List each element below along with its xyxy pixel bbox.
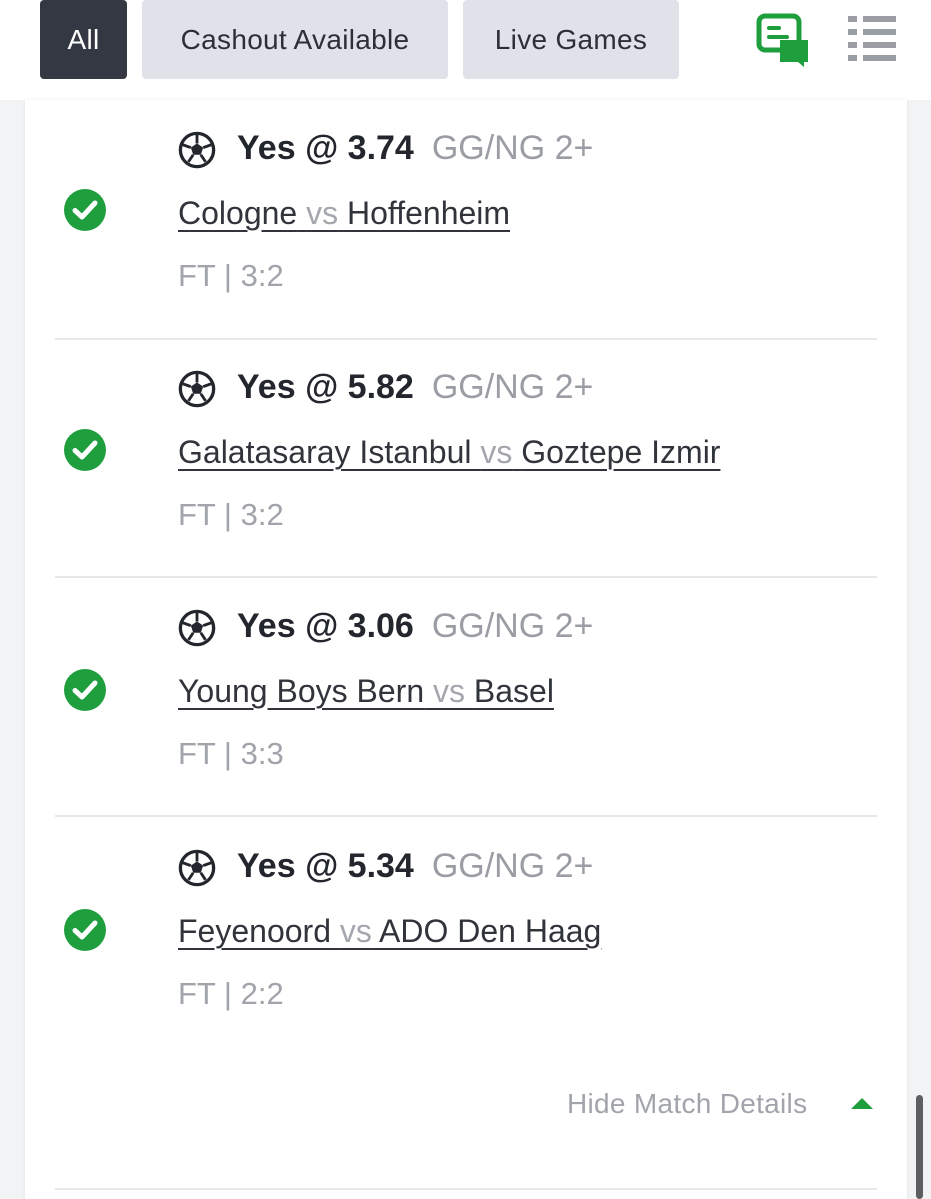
bet-details-panel: Yes @ 3.74 GG/NG 2+ Cologne vs Hoffenheim… — [25, 100, 907, 1199]
vs-label: vs — [480, 434, 513, 470]
vs-label: vs — [433, 673, 465, 709]
bet-selection-row: Yes @ 3.74 GG/NG 2+ Cologne vs Hoffenheim… — [55, 100, 877, 340]
check-circle-icon — [64, 189, 106, 231]
selection-line: Yes @ 5.82 GG/NG 2+ — [237, 368, 593, 407]
market-name: GG/NG 2+ — [431, 129, 594, 167]
away-team: Goztepe Izmir — [521, 434, 721, 470]
pick-odds: Yes @ 5.34 — [237, 847, 414, 885]
vs-label: vs — [339, 913, 372, 949]
selection-line: Yes @ 3.74 GG/NG 2+ — [237, 129, 593, 168]
pick-odds: Yes @ 3.06 — [237, 607, 414, 645]
scrollbar-thumb[interactable] — [916, 1095, 923, 1199]
soccer-ball-icon — [178, 609, 216, 647]
list-menu-icon[interactable] — [846, 14, 898, 62]
match-link[interactable]: Galatasaray Istanbul vs Goztepe Izmir — [178, 434, 720, 471]
home-team: Cologne — [178, 195, 298, 231]
check-circle-icon — [64, 429, 106, 471]
pick-odds: Yes @ 5.82 — [237, 368, 414, 406]
home-team: Feyenoord — [178, 913, 331, 949]
home-team: Young Boys Bern — [178, 673, 425, 709]
away-team: Hoffenheim — [346, 195, 511, 231]
tab-live-games[interactable]: Live Games — [463, 0, 679, 79]
filter-bar: All Cashout Available Live Games — [0, 0, 931, 100]
soccer-ball-icon — [178, 849, 216, 887]
away-team: ADO Den Haag — [379, 913, 602, 949]
away-team: Basel — [473, 673, 554, 709]
market-name: GG/NG 2+ — [431, 607, 594, 645]
divider — [55, 1188, 877, 1190]
selection-line: Yes @ 3.06 GG/NG 2+ — [237, 607, 593, 646]
market-name: GG/NG 2+ — [431, 368, 594, 406]
bet-selection-row: Yes @ 3.06 GG/NG 2+ Young Boys Bern vs Ba… — [55, 577, 877, 817]
chat-bubbles-icon[interactable] — [756, 12, 812, 68]
tab-all[interactable]: All — [40, 0, 127, 79]
soccer-ball-icon — [178, 370, 216, 408]
tab-cashout-available[interactable]: Cashout Available — [142, 0, 448, 79]
match-result: FT | 3:2 — [178, 497, 284, 532]
home-team: Galatasaray Istanbul — [178, 434, 472, 470]
market-name: GG/NG 2+ — [431, 847, 594, 885]
match-result: FT | 3:3 — [178, 736, 284, 771]
pick-odds: Yes @ 3.74 — [237, 129, 414, 167]
bet-selection-row: Yes @ 5.82 GG/NG 2+ Galatasaray Istanbul … — [55, 338, 877, 578]
soccer-ball-icon — [178, 131, 216, 169]
match-link[interactable]: Young Boys Bern vs Basel — [178, 673, 554, 710]
bet-selection-row: Yes @ 5.34 GG/NG 2+ Feyenoord vs ADO Den … — [55, 816, 877, 1054]
selection-line: Yes @ 5.34 GG/NG 2+ — [237, 847, 593, 886]
match-link[interactable]: Feyenoord vs ADO Den Haag — [178, 913, 601, 950]
hide-match-details-link[interactable]: Hide Match Details — [567, 1088, 807, 1120]
vs-label: vs — [306, 195, 339, 231]
match-result: FT | 3:2 — [178, 258, 284, 293]
caret-up-icon[interactable] — [851, 1098, 873, 1109]
check-circle-icon — [64, 669, 106, 711]
match-link[interactable]: Cologne vs Hoffenheim — [178, 195, 510, 232]
match-result: FT | 2:2 — [178, 976, 284, 1011]
check-circle-icon — [64, 909, 106, 951]
